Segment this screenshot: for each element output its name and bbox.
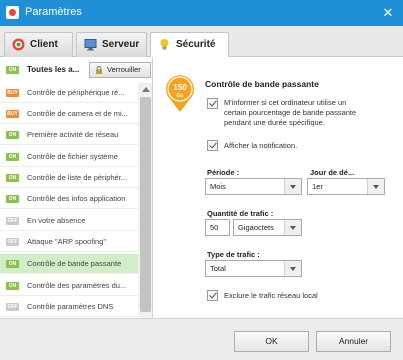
scrollbar[interactable] bbox=[138, 83, 152, 318]
chevron-down-icon[interactable] bbox=[284, 220, 301, 235]
list-item[interactable]: OFF Attaque "ARP spoofing" bbox=[0, 232, 138, 252]
tab-serveur[interactable]: Serveur bbox=[76, 32, 147, 57]
list-item[interactable]: ON Contrôle de fichier système bbox=[0, 147, 138, 167]
day-select[interactable]: 1er bbox=[307, 178, 385, 195]
tab-securite[interactable]: Sécurité bbox=[150, 32, 229, 58]
list-item[interactable]: ON Contrôle de liste de périphér... bbox=[0, 168, 138, 188]
list-item-label: Contrôle de liste de périphér... bbox=[27, 173, 128, 182]
day-select-value: 1er bbox=[312, 182, 323, 191]
status-badge: ON bbox=[6, 131, 19, 139]
tab-serveur-label: Serveur bbox=[102, 39, 140, 50]
status-badge: BUY bbox=[6, 110, 19, 118]
day-label: Jour de dé... bbox=[310, 168, 355, 177]
sidebar: ON Toutes les a... Verrouiller BUY Contr… bbox=[0, 57, 153, 318]
list-item-label: Contrôle des paramètres du... bbox=[27, 281, 127, 290]
monitor-icon bbox=[84, 39, 97, 51]
list-item-label: Première activité de réseau bbox=[27, 130, 119, 139]
chevron-down-icon[interactable] bbox=[284, 261, 301, 276]
list-item[interactable]: BUY Contrôle de périphérique ré... bbox=[0, 83, 138, 103]
status-badge: ON bbox=[6, 282, 19, 290]
tab-client-label: Client bbox=[30, 39, 58, 50]
period-select[interactable]: Mois bbox=[205, 178, 302, 195]
lock-icon bbox=[96, 66, 102, 74]
list-item-label: Contrôle paramètres DNS bbox=[27, 302, 114, 311]
section-title: Contrôle de bande passante bbox=[205, 79, 319, 89]
sidebar-header-label: Toutes les a... bbox=[27, 65, 80, 74]
traffic-type-label: Type de trafic : bbox=[207, 250, 260, 259]
chevron-down-icon[interactable] bbox=[284, 179, 301, 194]
status-badge: OFF bbox=[6, 303, 19, 311]
list-item-label: Contrôle de fichier système bbox=[27, 152, 118, 161]
lock-button[interactable]: Verrouiller bbox=[89, 62, 151, 78]
show-notification-checkbox[interactable] bbox=[207, 140, 218, 151]
scroll-thumb[interactable] bbox=[140, 97, 151, 312]
exclude-local-checkbox[interactable] bbox=[207, 290, 218, 301]
app-icon bbox=[6, 6, 19, 19]
gauge-unit: Go bbox=[177, 93, 184, 99]
tab-securite-label: Sécurité bbox=[176, 39, 216, 50]
status-badge: OFF bbox=[6, 217, 19, 225]
sidebar-header: ON Toutes les a... Verrouiller bbox=[0, 61, 152, 80]
list-item-label: Contrôle des infos application bbox=[27, 194, 126, 203]
status-badge: BUY bbox=[6, 89, 19, 97]
bulb-icon bbox=[160, 39, 169, 50]
scroll-up-icon[interactable] bbox=[142, 87, 150, 92]
list-item[interactable]: ON Contrôle des infos application bbox=[0, 189, 138, 209]
list-item-label: Contrôle de bande passante bbox=[27, 259, 122, 268]
status-badge: OFF bbox=[6, 238, 19, 246]
traffic-unit-value: Gigaoctets bbox=[238, 223, 274, 232]
exclude-local-label: Exclure le trafic réseau local bbox=[224, 291, 318, 300]
status-badge: ON bbox=[6, 174, 19, 182]
lock-button-label: Verrouiller bbox=[107, 65, 141, 74]
client-icon bbox=[12, 38, 25, 51]
list-item-label: Attaque "ARP spoofing" bbox=[27, 237, 106, 246]
list-item[interactable]: OFF Contrôle paramètres DNS bbox=[0, 297, 138, 317]
status-badge[interactable]: ON bbox=[6, 66, 19, 74]
dialog-footer: OK Annuler bbox=[0, 318, 403, 360]
list-item-label: En votre absence bbox=[27, 216, 86, 225]
traffic-unit-select[interactable]: Gigaoctets bbox=[233, 219, 302, 236]
tab-bar: Client Serveur Sécurité bbox=[0, 26, 403, 58]
title-bar: Paramètres ✕ bbox=[0, 0, 403, 26]
chevron-down-icon[interactable] bbox=[367, 179, 384, 194]
list-item-label: Contrôle de camera et de mi... bbox=[27, 109, 128, 118]
list-item[interactable]: ON Contrôle des paramètres du... bbox=[0, 276, 138, 296]
status-badge: ON bbox=[6, 195, 19, 203]
ok-button[interactable]: OK bbox=[234, 331, 309, 352]
list-item-label: Contrôle de périphérique ré... bbox=[27, 88, 125, 97]
tab-client[interactable]: Client bbox=[4, 32, 73, 57]
notify-percent-label: M'informer si cet ordinateur utilise un … bbox=[224, 98, 357, 127]
settings-panel: 150 Go Contrôle de bande passante M'info… bbox=[154, 57, 403, 318]
status-badge: ON bbox=[6, 153, 19, 161]
traffic-type-select[interactable]: Total bbox=[205, 260, 302, 277]
traffic-quantity-label: Quantité de trafic : bbox=[207, 209, 274, 218]
bandwidth-gauge-icon: 150 Go bbox=[166, 75, 194, 112]
cancel-button[interactable]: Annuler bbox=[316, 331, 391, 352]
window-title: Paramètres bbox=[25, 6, 82, 18]
period-label: Période : bbox=[207, 168, 240, 177]
gauge-value: 150 bbox=[173, 83, 187, 92]
show-notification-label: Afficher la notification. bbox=[224, 141, 298, 150]
list-item[interactable]: OFF En votre absence bbox=[0, 211, 138, 231]
notify-percent-checkbox[interactable] bbox=[207, 98, 218, 109]
list-item[interactable]: ON Première activité de réseau bbox=[0, 125, 138, 145]
traffic-type-value: Total bbox=[210, 264, 226, 273]
close-button[interactable]: ✕ bbox=[373, 0, 403, 26]
traffic-quantity-input[interactable]: 50 bbox=[205, 219, 230, 236]
list-item[interactable]: BUY Contrôle de camera et de mi... bbox=[0, 104, 138, 124]
period-select-value: Mois bbox=[210, 182, 226, 191]
list-item-selected[interactable]: ON Contrôle de bande passante bbox=[0, 254, 138, 274]
status-badge: ON bbox=[6, 260, 19, 268]
